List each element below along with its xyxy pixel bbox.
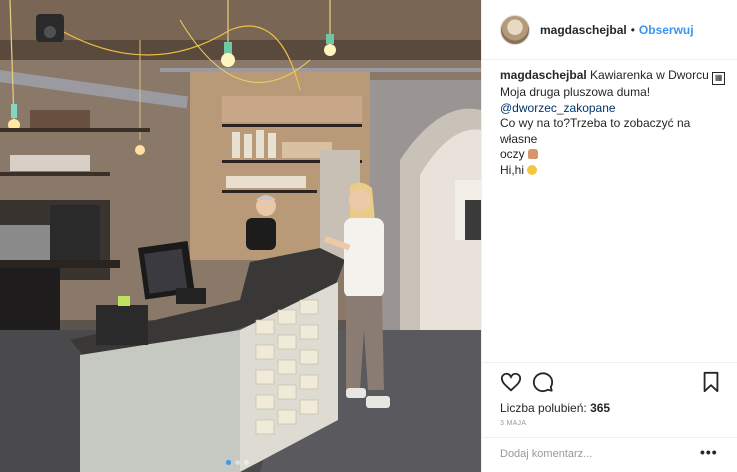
caption-mention-link[interactable]: @dworzec_zakopane — [500, 101, 616, 115]
building-emoji-icon: ▦ — [712, 72, 726, 85]
carousel-dot-active — [226, 460, 231, 465]
more-options-button[interactable]: ••• — [700, 444, 718, 460]
post-photo[interactable] — [0, 0, 481, 472]
avatar[interactable] — [500, 14, 530, 45]
header-separator: • — [630, 22, 635, 37]
caption-username-link[interactable]: magdaschejbal — [500, 68, 587, 82]
smiley-emoji-icon — [527, 164, 538, 175]
follow-button[interactable]: Obserwuj — [639, 23, 694, 37]
caption-text-line4: Co wy na to?Trzeba to zobaczyć na własne — [500, 116, 691, 146]
carousel-dots — [226, 460, 249, 465]
comment-bar: ••• — [482, 437, 737, 472]
post-date[interactable]: 3 MAJA — [500, 420, 526, 427]
carousel-dot — [244, 460, 249, 465]
person-emoji-icon — [528, 149, 539, 159]
post-sidebar: magdaschejbal • Obserwuj magdaschejbal K… — [481, 0, 737, 472]
action-bar — [500, 371, 722, 393]
cafe-photo-illustration — [0, 0, 481, 472]
post-caption: magdaschejbal Kawiarenka w Dworcu ▦ Moja… — [500, 68, 726, 178]
caption-text-line2: Moja druga pluszowa duma! — [500, 85, 651, 99]
caption-text-line6: Hi,hi — [500, 162, 525, 177]
likes-summary[interactable]: Liczba polubień: 365 — [500, 401, 610, 415]
bookmark-icon[interactable] — [700, 371, 722, 393]
heart-icon[interactable] — [500, 371, 522, 393]
caption-text-line5: oczy — [500, 147, 525, 161]
likes-count: 365 — [590, 401, 611, 415]
comment-icon[interactable] — [532, 371, 554, 393]
post-header: magdaschejbal • Obserwuj — [482, 0, 737, 60]
carousel-dot — [235, 460, 240, 465]
post-actions-section: Liczba polubień: 365 3 MAJA — [482, 362, 737, 427]
instagram-post: magdaschejbal • Obserwuj magdaschejbal K… — [0, 0, 737, 472]
caption-text-line1: Kawiarenka w Dworcu — [590, 68, 709, 82]
likes-label: Liczba polubień: — [500, 401, 587, 415]
username-link[interactable]: magdaschejbal — [540, 23, 627, 37]
comment-input[interactable] — [500, 446, 690, 462]
